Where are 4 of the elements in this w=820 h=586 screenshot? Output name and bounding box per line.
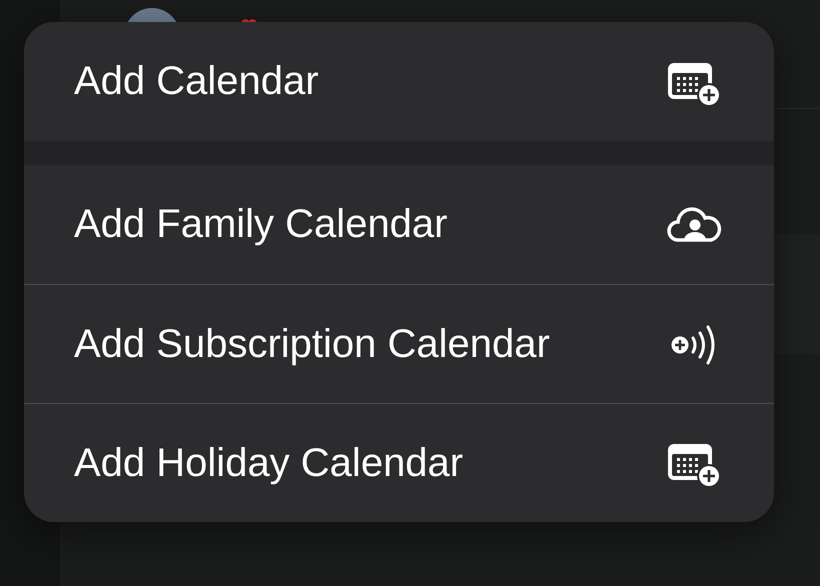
menu-item[interactable]: Add Calendar bbox=[24, 22, 774, 141]
menu-item[interactable]: Add Holiday Calendar bbox=[24, 403, 774, 522]
menu-item[interactable]: Add Family Calendar bbox=[24, 165, 774, 284]
menu-item[interactable]: Add Subscription Calendar bbox=[24, 284, 774, 403]
